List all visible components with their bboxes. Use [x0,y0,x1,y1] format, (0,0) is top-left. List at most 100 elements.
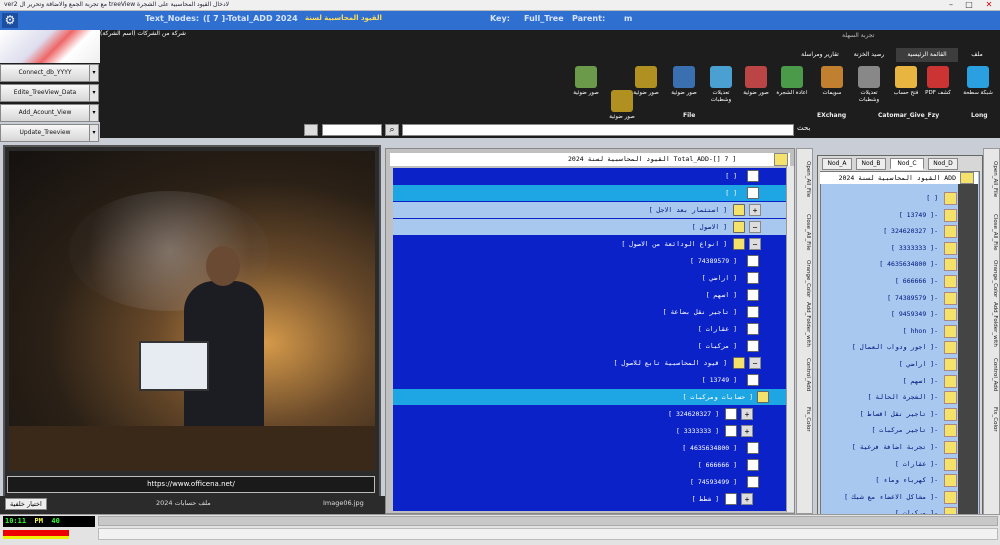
ribbon-button[interactable]: سويمات [816,66,848,97]
tab-reports[interactable]: تقارير ومراسلة [796,48,844,62]
close-button[interactable]: ✕ [982,0,996,10]
right-tree-row[interactable]: [ تاجير مركبات ]- [820,422,938,438]
vtab2-close-all[interactable]: Close_All_File [986,207,998,257]
calendar-icon[interactable] [304,124,318,136]
tree-row[interactable]: [ 666666 ] [393,457,789,473]
right-tree-row[interactable]: [ كهرباء وماء ]- [820,472,938,488]
right-tree-row[interactable]: [ 74389579 ]- [820,290,938,306]
tab-nod-c[interactable]: Nod_C [890,158,924,170]
right-tree-row[interactable]: [ مشاكل الاعضاء مع شبك ]- [820,489,938,505]
add-account-dropdown[interactable]: ▾ [89,104,99,122]
vtab-open-all[interactable]: Open_All_File [799,155,811,203]
right-tree-row[interactable]: [ تجربة اضافة فرعية ]- [820,439,938,455]
tree-row[interactable]: [ تاجير نقل بضاعة ] [393,304,789,320]
tab-file[interactable]: ملف [962,48,992,62]
right-tree-row[interactable]: [ اسهم ]- [820,373,938,389]
right-tree-row[interactable]: [ اجور ودواب العمال ]- [820,339,938,355]
vtab-add-folder[interactable]: Add_Folder_with [799,299,811,349]
tree-row[interactable]: [ الاصول ] − [393,219,789,235]
vtab-close-all[interactable]: Close_All_File [799,207,811,257]
right-tree-row[interactable]: [ 4635634800 ]- [820,256,938,272]
ribbon-button[interactable]: فتح حساب [890,66,922,97]
ribbon-button[interactable]: شبكة سطحة [962,66,994,97]
vtab2-orange-color[interactable]: Orange_Color [986,257,998,301]
choose-background-button[interactable]: اختيار خلفية [5,498,47,510]
ribbon-button[interactable]: صور ضوئية [570,66,602,97]
right-tree-row[interactable]: [ اراضي ]- [820,356,938,372]
tree-row[interactable]: [ 4635634800 ] [393,440,789,456]
tab-treasury-balance[interactable]: رصيد الخزنة [846,48,892,62]
tree-row[interactable]: [ 74389579 ] [393,253,789,269]
tree-view[interactable]: [ ][ ][ استثمار بعد الاجل ] +[ الاصول ] −[… [393,168,789,511]
edit-treeview-dropdown[interactable]: ▾ [89,84,99,102]
tab-nod-a[interactable]: Nod_A [822,158,852,170]
tree-row[interactable]: [ استثمار بعد الاجل ] + [393,202,789,218]
search-input[interactable] [402,124,794,136]
folder-icon [944,341,957,355]
ribbon-button[interactable]: تعديلات وشطبات [853,66,885,104]
collapse-icon[interactable]: − [749,221,761,233]
update-treeview-button[interactable]: Update_Treeview [0,124,90,142]
ribbon-button[interactable]: اعادة الشجرة [776,66,808,97]
tree-row[interactable]: [ 3333333 ] + [393,423,789,439]
vtab2-open-all[interactable]: Open_All_File [986,155,998,203]
filter-select[interactable] [322,124,382,136]
expand-icon[interactable]: + [741,493,753,505]
vtab2-control-add[interactable]: Control_Add [986,355,998,395]
right-tree-row[interactable]: [ 13749 ]- [820,207,938,223]
tree-row[interactable]: [ ] [393,185,789,201]
right-tree-row[interactable]: [ تاجير نقل اقساط ]- [820,406,938,422]
expand-icon[interactable]: + [741,408,753,420]
vtab2-add-folder[interactable]: Add_Folder_with [986,299,998,349]
tab-nod-d[interactable]: Nod_D [928,158,958,170]
right-tree-row[interactable]: [ 9459349 ]- [820,306,938,322]
maximize-button[interactable]: □ [962,0,976,10]
vtab2-fix-color[interactable]: Fix_Color [986,399,998,439]
vtab-orange-color[interactable]: Orange_Color [799,257,811,301]
connect-db-dropdown[interactable]: ▾ [89,64,99,82]
ribbon-button[interactable]: PDF كشف [922,66,954,97]
collapse-icon[interactable]: − [749,238,761,250]
search-icon[interactable]: ⌕ [385,124,399,136]
right-tree-row[interactable]: [ 3333333 ]- [820,240,938,256]
edit-treeview-button[interactable]: Edite_TreeView_Data [0,84,90,102]
expand-icon[interactable]: + [741,425,753,437]
connect-db-button[interactable]: Connect_db_YYYY [0,64,90,82]
right-tree-row[interactable]: [ 324620327 ]- [820,223,938,239]
tree-row[interactable]: [ اسهم ] [393,287,789,303]
right-tree-row[interactable]: [ hhon ]- [820,323,938,339]
tree-row[interactable]: [ ] [393,168,789,184]
right-tree-row[interactable]: [ ] [820,190,938,206]
add-account-button[interactable]: Add_Acount_View [0,104,90,122]
vtab-control-add[interactable]: Control_Add [799,355,811,395]
minimize-button[interactable]: – [944,0,958,10]
tree-scrollbar[interactable] [786,166,794,512]
expand-icon[interactable]: + [749,204,761,216]
tree-row[interactable]: [ اراضي ] [393,270,789,286]
tree-row[interactable]: [ عقارات ] [393,321,789,337]
status-yellow-bar [3,536,69,539]
document-icon [747,306,759,318]
update-treeview-dropdown[interactable]: ▾ [89,124,99,142]
ribbon-button[interactable]: صور ضوئية [740,66,772,97]
tree-row[interactable]: [ 324620327 ] + [393,406,789,422]
vtab-fix-color[interactable]: Fix_Color [799,399,811,439]
tree-row[interactable]: [ شطط ] + [393,491,789,507]
tree-row[interactable]: [ حسابات ومركبات ] [393,389,789,405]
collapse-icon[interactable]: − [749,357,761,369]
gear-icon[interactable]: ⚙ [2,13,18,28]
tree-row[interactable]: [ 74593499 ] [393,474,789,490]
tree-row[interactable]: [ مركبات ] [393,338,789,354]
tree-row[interactable]: [ انواع الودائعة من الاصول ] − [393,236,789,252]
right-tree-row[interactable]: [ 666666 ]- [820,273,938,289]
group-label-long: Long [971,112,988,119]
tree-row[interactable]: [ قيود المحاسبية تابع للاصول ] − [393,355,789,371]
tree-row[interactable]: [ 13749 ] [393,372,789,388]
tab-nod-b[interactable]: Nod_B [856,158,886,170]
tab-main-menu[interactable]: القائمة الرئيسية [896,48,958,62]
right-tree-row[interactable]: [ الشجرة الحالة ]- [820,389,938,405]
ribbon-button[interactable]: تعديلات وشطبات [705,66,737,104]
ribbon-button[interactable]: صور ضوئية [668,66,700,97]
right-tree-row[interactable]: [ عقارات ]- [820,456,938,472]
ribbon-button[interactable]: صور ضوئية [606,90,638,121]
